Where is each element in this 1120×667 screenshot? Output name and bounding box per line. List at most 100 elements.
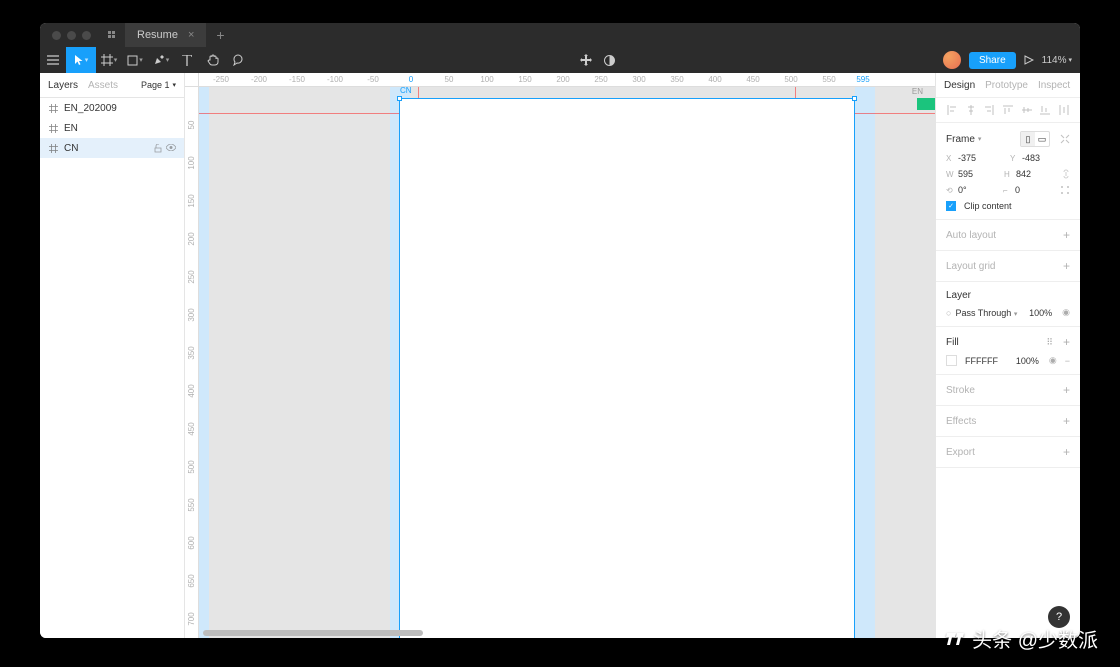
clip-label: Clip content <box>964 201 1012 211</box>
column-highlight <box>855 87 875 638</box>
link-icon[interactable] <box>1062 169 1070 179</box>
frame-title[interactable]: Frame▾ <box>946 134 981 145</box>
frame-tool[interactable]: ▾ <box>96 47 122 73</box>
align-vcenter-icon[interactable] <box>1021 104 1033 116</box>
layer-section: Layer ○ Pass Through ▾ 100% ◉ <box>936 282 1080 327</box>
stroke-section[interactable]: Stroke+ <box>936 375 1080 406</box>
layer-title: Layer <box>946 290 971 301</box>
orientation-toggle[interactable]: ▯▭ <box>1020 131 1050 147</box>
h-input[interactable]: 842 <box>1016 169 1058 179</box>
align-right-icon[interactable] <box>983 104 995 116</box>
frame-section: Frame▾ ▯▭ X-375 Y-483 W595 H842 ⟲0° ⌐0 <box>936 123 1080 220</box>
tab-inspect[interactable]: Inspect <box>1038 80 1070 91</box>
ruler-corner <box>185 73 199 87</box>
shape-tool[interactable]: ▾ <box>122 47 148 73</box>
file-icon[interactable] <box>103 26 121 44</box>
frame-icon <box>48 143 58 153</box>
minus-icon[interactable]: − <box>1065 356 1070 366</box>
unlock-icon[interactable] <box>154 144 162 153</box>
eye-icon[interactable]: ◉ <box>1049 355 1057 366</box>
align-top-icon[interactable] <box>1002 104 1014 116</box>
frame-icon <box>48 103 58 113</box>
tab-prototype[interactable]: Prototype <box>985 80 1028 91</box>
close-icon[interactable]: × <box>188 29 194 41</box>
layer-row-selected[interactable]: CN <box>40 138 184 158</box>
plus-icon: + <box>1063 228 1070 242</box>
layer-opacity[interactable]: 100% <box>1029 308 1052 318</box>
main: Layers Assets Page 1 ▾ EN_202009 EN CN <box>40 73 1080 638</box>
align-controls <box>936 98 1080 123</box>
text-tool[interactable] <box>174 47 200 73</box>
move-tool[interactable]: ▾ <box>66 47 96 73</box>
file-tab-label: Resume <box>137 29 178 41</box>
scrollbar-horizontal[interactable] <box>203 630 423 636</box>
comment-tool[interactable] <box>226 47 252 73</box>
toolbar-center <box>252 54 943 66</box>
plus-icon: + <box>1063 383 1070 397</box>
fill-opacity[interactable]: 100% <box>1016 356 1039 366</box>
frame-label: EN <box>912 87 923 96</box>
corners-icon[interactable] <box>1060 185 1070 195</box>
resize-fit-icon[interactable] <box>1060 134 1070 144</box>
frame-label: CN <box>400 86 412 95</box>
fill-section: Fill ⠿ + FFFFFF 100% ◉ − <box>936 327 1080 375</box>
plus-icon[interactable]: + <box>1063 335 1070 349</box>
add-tab-button[interactable]: + <box>206 27 234 43</box>
ruler-vertical[interactable]: 50 100 150 200 250 300 350 400 450 500 5… <box>185 87 199 638</box>
layer-row[interactable]: EN_202009 <box>40 98 184 118</box>
align-bottom-icon[interactable] <box>1039 104 1051 116</box>
right-panel: Design Prototype Inspect Frame▾ ▯▭ <box>935 73 1080 638</box>
canvas-inner[interactable]: CN EN <box>185 73 935 638</box>
distribute-icon[interactable] <box>1058 104 1070 116</box>
column-highlight <box>199 87 209 638</box>
file-tab[interactable]: Resume × <box>125 23 206 47</box>
layer-row[interactable]: EN <box>40 118 184 138</box>
style-icon[interactable]: ⠿ <box>1046 337 1053 348</box>
contrast-icon[interactable] <box>604 55 615 66</box>
fill-swatch[interactable] <box>946 355 957 366</box>
layoutgrid-section[interactable]: Layout grid+ <box>936 251 1080 282</box>
eye-icon[interactable]: ◉ <box>1062 307 1070 318</box>
avatar[interactable] <box>943 51 961 69</box>
figma-window: Resume × + ▾ ▾ ▾ ▾ <box>40 23 1080 638</box>
fill-title: Fill <box>946 337 959 348</box>
left-panel-header: Layers Assets Page 1 ▾ <box>40 73 184 98</box>
rotation-input[interactable]: 0° <box>958 185 999 195</box>
assets-tab[interactable]: Assets <box>88 80 118 91</box>
toolbar-right: Share 114% ▾ <box>943 51 1080 69</box>
layers-tab[interactable]: Layers <box>48 80 78 91</box>
selected-frame[interactable]: CN <box>399 98 855 638</box>
align-left-icon[interactable] <box>946 104 958 116</box>
zoom-control[interactable]: 114% ▾ <box>1042 55 1072 66</box>
fill-hex[interactable]: FFFFFF <box>965 356 1012 366</box>
ruler-horizontal[interactable]: -250 -200 -150 -100 -50 0 50 100 150 200… <box>199 73 935 87</box>
plus-icon: + <box>1063 259 1070 273</box>
portrait-icon: ▯ <box>1021 132 1035 146</box>
plus-icon: + <box>1063 414 1070 428</box>
autolayout-section[interactable]: Auto layout+ <box>936 220 1080 251</box>
other-frame-edge[interactable] <box>917 98 935 110</box>
canvas[interactable]: -250 -200 -150 -100 -50 0 50 100 150 200… <box>185 73 935 638</box>
y-input[interactable]: -483 <box>1022 153 1070 163</box>
w-input[interactable]: 595 <box>958 169 1000 179</box>
move-icon[interactable] <box>580 54 592 66</box>
menu-button[interactable] <box>40 47 66 73</box>
left-panel: Layers Assets Page 1 ▾ EN_202009 EN CN <box>40 73 185 638</box>
x-input[interactable]: -375 <box>958 153 1006 163</box>
layer-name: EN <box>64 123 78 134</box>
radius-input[interactable]: 0 <box>1015 185 1056 195</box>
hand-tool[interactable] <box>200 47 226 73</box>
tab-design[interactable]: Design <box>944 80 975 91</box>
align-hcenter-icon[interactable] <box>965 104 977 116</box>
share-button[interactable]: Share <box>969 52 1016 69</box>
page-selector[interactable]: Page 1 ▾ <box>141 80 176 90</box>
clip-checkbox[interactable]: ✓ <box>946 201 956 211</box>
toolbar: ▾ ▾ ▾ ▾ Share <box>40 47 1080 73</box>
present-icon[interactable] <box>1024 55 1034 65</box>
pen-tool[interactable]: ▾ <box>148 47 174 73</box>
export-section[interactable]: Export+ <box>936 437 1080 468</box>
blend-mode[interactable]: Pass Through ▾ <box>955 308 1025 318</box>
visible-icon[interactable] <box>166 144 176 153</box>
window-controls[interactable] <box>44 31 99 40</box>
effects-section[interactable]: Effects+ <box>936 406 1080 437</box>
